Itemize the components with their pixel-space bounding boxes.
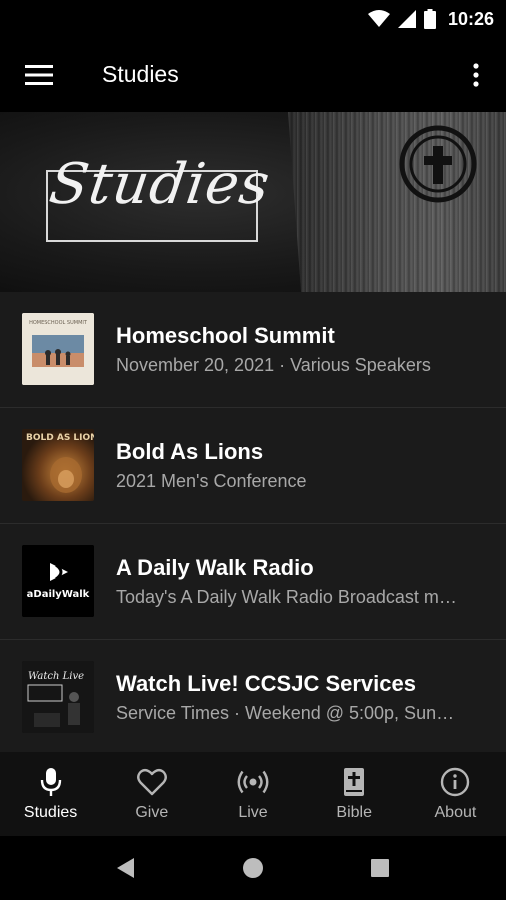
tab-label: Give (135, 804, 169, 821)
homeschool-thumbnail-art: HOMESCHOOL SUMMIT (22, 313, 94, 385)
list-item-subtitle: Today's A Daily Walk Radio Broadcast m… (116, 587, 457, 607)
list-item-title: Bold As Lions (116, 439, 264, 464)
list-item[interactable]: BOLD AS LIONS Bold As Lions 2021 Men's C… (0, 408, 506, 524)
back-button[interactable] (114, 856, 138, 880)
list-item-subtitle: 2021 Men's Conference (116, 471, 307, 491)
list-item-subtitle: Service Times · Weekend @ 5:00p, Sun… (116, 703, 455, 723)
tab-label: Live (238, 804, 268, 821)
status-time: 10:26 (447, 8, 494, 29)
microphone-icon (35, 766, 67, 798)
status-bar: 10:26 (0, 0, 506, 38)
list-item-subtitle: November 20, 2021 · Various Speakers (116, 355, 431, 375)
tab-about[interactable]: About (405, 752, 506, 836)
lion-thumbnail-art: BOLD AS LIONS (22, 429, 94, 501)
home-circle-icon (243, 858, 263, 878)
tab-studies[interactable]: Studies (0, 752, 101, 836)
broadcast-icon (237, 766, 269, 798)
signal-icon (397, 10, 416, 28)
list-item[interactable]: Watch Live Watch Live! CCSJC Services Se… (0, 640, 506, 752)
menu-icon (25, 65, 53, 85)
thumb-text: aDailyWalk (27, 589, 90, 600)
cross-logo-icon (399, 125, 477, 203)
menu-button[interactable] (22, 62, 56, 88)
list-item[interactable]: aDailyWalk A Daily Walk Radio Today's A … (0, 524, 506, 640)
tab-label: About (434, 804, 477, 821)
thumb-text: Watch Live (28, 671, 84, 682)
studies-list: HOMESCHOOL SUMMIT Homeschool Summit Nove… (0, 292, 506, 752)
recents-square-icon (371, 859, 389, 877)
status-icons: 10:26 (367, 7, 494, 31)
bottom-navigation: Studies Give Live Bible About (0, 752, 506, 836)
thumb-text: HOMESCHOOL SUMMIT (29, 320, 88, 326)
study-thumbnail: HOMESCHOOL SUMMIT (22, 313, 94, 385)
watch-live-thumbnail-art: Watch Live (22, 661, 94, 733)
tab-label: Studies (23, 804, 78, 821)
study-thumbnail: Watch Live (22, 661, 94, 733)
bible-icon (338, 766, 370, 798)
back-triangle-icon (117, 858, 134, 878)
thumb-text: BOLD AS LIONS (26, 433, 94, 443)
list-item-title: Homeschool Summit (116, 323, 335, 348)
app-bar: Studies (0, 38, 506, 112)
banner-script-text: Studies (45, 152, 275, 217)
tab-give[interactable]: Give (101, 752, 202, 836)
study-thumbnail: BOLD AS LIONS (22, 429, 94, 501)
overflow-menu-button[interactable] (466, 58, 486, 92)
studies-banner: Studies (0, 112, 506, 292)
daily-walk-thumbnail-art: aDailyWalk (22, 545, 94, 617)
recents-button[interactable] (368, 856, 392, 880)
battery-icon (423, 9, 436, 29)
wifi-icon (367, 10, 390, 27)
tab-label: Bible (336, 804, 372, 821)
list-item[interactable]: HOMESCHOOL SUMMIT Homeschool Summit Nove… (0, 292, 506, 408)
list-item-title: A Daily Walk Radio (116, 555, 314, 580)
page-title: Studies (102, 61, 179, 87)
info-icon (439, 766, 471, 798)
tab-live[interactable]: Live (202, 752, 303, 836)
home-button[interactable] (241, 856, 265, 880)
more-vert-icon (473, 63, 479, 87)
list-item-title: Watch Live! CCSJC Services (116, 671, 416, 696)
system-navigation-bar (0, 836, 506, 900)
tab-bible[interactable]: Bible (304, 752, 405, 836)
heart-icon (136, 766, 168, 798)
study-thumbnail: aDailyWalk (22, 545, 94, 617)
